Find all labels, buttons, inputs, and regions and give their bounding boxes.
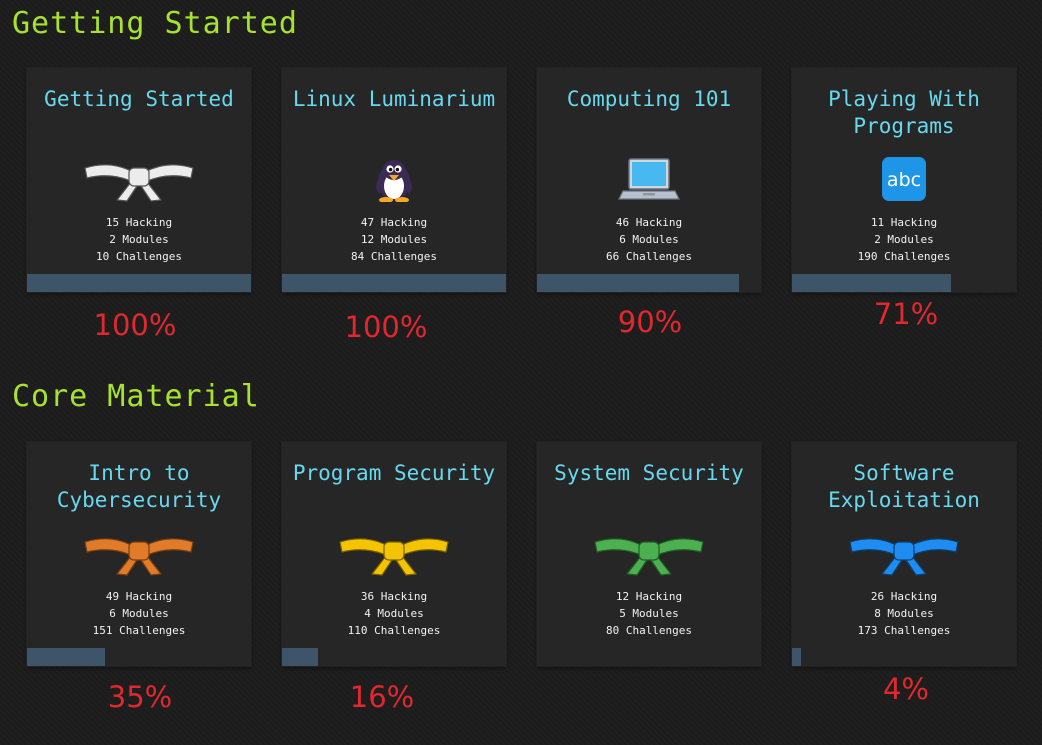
- hacking-count: 15 Hacking: [105, 216, 173, 229]
- hacking-count: 49 Hacking: [105, 590, 173, 603]
- section-title-getting-started: Getting Started: [12, 6, 298, 41]
- progress-fill: [282, 648, 318, 666]
- progress-percent: 100%: [93, 308, 177, 342]
- dojo-card-program-security[interactable]: Program Security 36 Hacking 4 Modules 11…: [282, 442, 506, 666]
- modules-count: 5 Modules: [619, 607, 679, 620]
- challenges-count: 151 Challenges: [92, 624, 186, 637]
- hacking-count: 11 Hacking: [870, 216, 938, 229]
- card-title: Intro to Cybersecurity: [56, 461, 222, 512]
- hacking-count: 36 Hacking: [360, 590, 428, 603]
- blue-belt-icon: [792, 528, 1016, 578]
- card-title: Linux Luminarium: [292, 87, 496, 111]
- penguin-icon: [282, 154, 506, 204]
- card-stats: 26 Hacking 8 Modules 173 Challenges: [792, 588, 1016, 639]
- green-belt-icon: [537, 528, 761, 578]
- card-stats: 12 Hacking 5 Modules 80 Challenges: [537, 588, 761, 639]
- progress-fill: [537, 274, 739, 292]
- progress-fill: [792, 274, 952, 292]
- modules-count: 2 Modules: [874, 233, 934, 246]
- progress-percent: 4%: [882, 672, 929, 706]
- hacking-count: 12 Hacking: [615, 590, 683, 603]
- challenges-count: 80 Challenges: [605, 624, 693, 637]
- progress-bar: [282, 274, 506, 292]
- modules-count: 8 Modules: [874, 607, 934, 620]
- modules-count: 12 Modules: [360, 233, 428, 246]
- laptop-icon: [537, 154, 761, 204]
- dojo-card-system-security[interactable]: System Security 12 Hacking 5 Modules 80 …: [537, 442, 761, 666]
- progress-percent: 71%: [873, 297, 939, 331]
- modules-count: 4 Modules: [364, 607, 424, 620]
- progress-bar: [792, 648, 1016, 666]
- dojo-card-playing-with-programs[interactable]: Playing With Programs abc 11 Hacking 2 M…: [792, 68, 1016, 292]
- hacking-count: 47 Hacking: [360, 216, 428, 229]
- card-stats: 47 Hacking 12 Modules 84 Challenges: [282, 214, 506, 265]
- challenges-count: 84 Challenges: [350, 250, 438, 263]
- modules-count: 6 Modules: [619, 233, 679, 246]
- modules-count: 2 Modules: [109, 233, 169, 246]
- dojo-card-software-exploitation[interactable]: Software Exploitation 26 Hacking 8 Modul…: [792, 442, 1016, 666]
- svg-text:abc: abc: [887, 169, 921, 191]
- progress-fill: [27, 648, 106, 666]
- card-stats: 49 Hacking 6 Modules 151 Challenges: [27, 588, 251, 639]
- progress-bar: [537, 648, 761, 666]
- hacking-count: 46 Hacking: [615, 216, 683, 229]
- progress-percent: 16%: [349, 680, 415, 714]
- progress-fill: [792, 648, 801, 666]
- abc-icon: abc: [792, 154, 1016, 204]
- dojo-card-computing-101[interactable]: Computing 101 46 Hacking 6 Modules 66 Ch…: [537, 68, 761, 292]
- white-belt-icon: [27, 154, 251, 204]
- card-title: System Security: [554, 461, 744, 485]
- progress-bar: [27, 648, 251, 666]
- orange-belt-icon: [27, 528, 251, 578]
- card-title: Program Security: [292, 461, 496, 485]
- progress-fill: [27, 274, 251, 292]
- dojo-card-intro-to-cybersecurity[interactable]: Intro to Cybersecurity 49 Hacking 6 Modu…: [27, 442, 251, 666]
- challenges-count: 66 Challenges: [605, 250, 693, 263]
- progress-percent: 35%: [107, 680, 173, 714]
- challenges-count: 173 Challenges: [857, 624, 951, 637]
- progress-bar: [537, 274, 761, 292]
- card-stats: 11 Hacking 2 Modules 190 Challenges: [792, 214, 1016, 265]
- progress-percent: 100%: [344, 310, 428, 344]
- card-stats: 15 Hacking 2 Modules 10 Challenges: [27, 214, 251, 265]
- card-title: Software Exploitation: [828, 461, 980, 512]
- progress-bar: [282, 648, 506, 666]
- card-stats: 46 Hacking 6 Modules 66 Challenges: [537, 214, 761, 265]
- progress-bar: [792, 274, 1016, 292]
- progress-percent: 90%: [617, 305, 683, 339]
- progress-bar: [27, 274, 251, 292]
- challenges-count: 190 Challenges: [857, 250, 951, 263]
- card-title: Playing With Programs: [828, 87, 980, 138]
- section-title-core-material: Core Material: [12, 379, 260, 414]
- hacking-count: 26 Hacking: [870, 590, 938, 603]
- card-title: Computing 101: [566, 87, 732, 111]
- progress-fill: [282, 274, 506, 292]
- dojo-card-linux-luminarium[interactable]: Linux Luminarium 47 Hacking 12 Modules 8…: [282, 68, 506, 292]
- modules-count: 6 Modules: [109, 607, 169, 620]
- challenges-count: 10 Challenges: [95, 250, 183, 263]
- dojo-card-getting-started[interactable]: Getting Started 15 Hacking 2 Modules 10 …: [27, 68, 251, 292]
- card-title: Getting Started: [44, 87, 234, 111]
- card-stats: 36 Hacking 4 Modules 110 Challenges: [282, 588, 506, 639]
- yellow-belt-icon: [282, 528, 506, 578]
- challenges-count: 110 Challenges: [347, 624, 441, 637]
